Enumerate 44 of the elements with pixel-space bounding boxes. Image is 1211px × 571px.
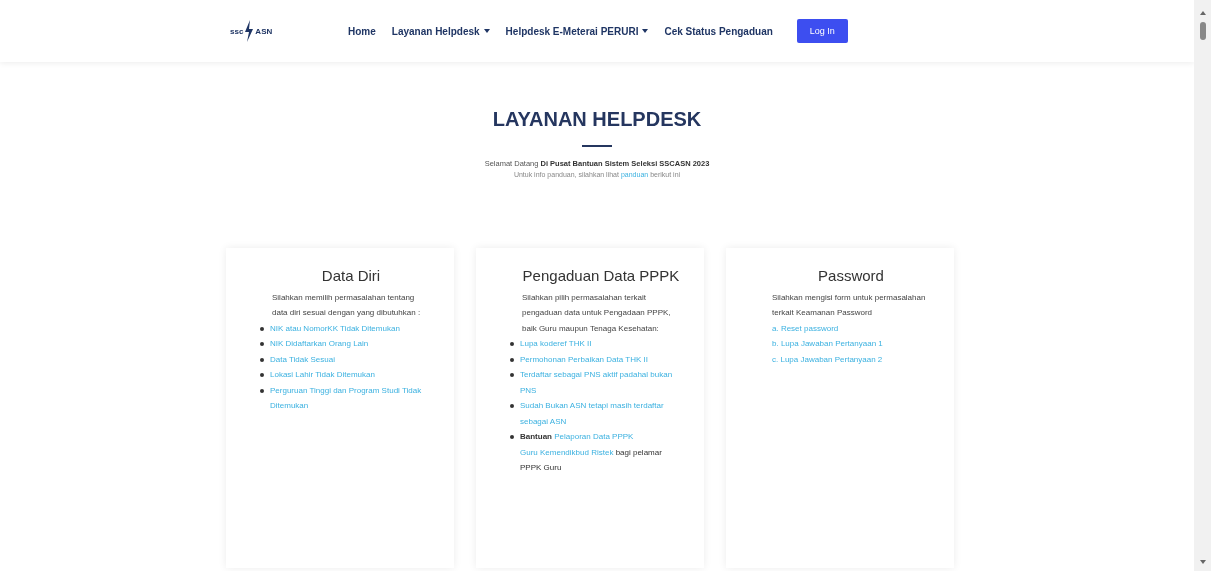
scrollbar-thumb[interactable]	[1199, 22, 1206, 40]
inline-link[interactable]: Guru Kemendikbud Ristek	[520, 447, 614, 457]
inline-link[interactable]: Pelaporan Data PPPK	[554, 432, 634, 442]
list-link[interactable]: c. Lupa Jawaban Pertanyaan 2	[772, 351, 883, 368]
logo-text: ASN	[255, 26, 273, 36]
bullet-icon	[260, 357, 264, 362]
scroll-down-icon[interactable]	[1198, 559, 1207, 565]
list-link[interactable]: Permohonan Perbaikan Data THK II	[520, 351, 648, 368]
login-button[interactable]: Log In	[796, 19, 848, 43]
list-link[interactable]: Lokasi Lahir Tidak Ditemukan	[270, 367, 375, 383]
bullet-icon	[260, 388, 264, 393]
bullet-icon	[260, 326, 264, 331]
list-link[interactable]: Sudah Bukan ASN tetapi masih terdaftar sebagai ASN	[520, 398, 680, 430]
bullet-icon	[510, 357, 514, 362]
nav-link[interactable]: Cek Status Pengaduan	[664, 25, 773, 37]
list-link[interactable]: Data Tidak Sesuai	[270, 351, 335, 368]
list-item-text: Bantuan Pelaporan Data PPPK Guru Kemendikbud Ristek bagi pelamar PPPK Guru	[520, 431, 663, 475]
bullet-icon	[260, 373, 264, 378]
nav-dropdown[interactable]: Helpdesk E-Meterai PERURI	[505, 25, 649, 37]
scrollbar[interactable]	[1194, 0, 1211, 571]
bullet-icon	[510, 342, 514, 347]
bullet-icon	[510, 373, 514, 378]
card-description: Silahkan pilih permasalahan terkait pengaduan data untuk Pengadaan PPPK, baik Guru maupun Tenaga Kesehatan:	[522, 291, 672, 335]
card-description: Silahkan mengisi form untuk permasalahan terkait Keamanan Password	[772, 291, 927, 320]
list-link[interactable]: b. Lupa Jawaban Pertanyaan 1	[772, 336, 883, 352]
nav-link[interactable]: Home	[348, 25, 376, 37]
list-link[interactable]: NIK atau NomorKK Tidak Ditemukan	[270, 320, 400, 337]
bullet-icon	[260, 342, 264, 347]
logo-icon	[244, 20, 255, 42]
page-title: LAYANAN HELPDESK	[492, 108, 702, 131]
logo-text: ssc	[230, 26, 244, 36]
card-title: Pengaduan Data PPPK	[522, 268, 680, 284]
list-link[interactable]: NIK Didaftarkan Orang Lain	[270, 336, 369, 352]
list-link[interactable]: Lupa koderef THK II	[520, 336, 592, 352]
list-link[interactable]: Terdaftar sebagai PNS aktif padahal bukan PNS	[520, 367, 680, 399]
card-title: Data Diri	[320, 268, 382, 284]
card-title: Password	[817, 268, 885, 284]
card-description: Silahkan memilih permasalahan tentang data diri sesuai dengan yang dibutuhkan :	[272, 291, 422, 320]
scroll-up-icon[interactable]	[1198, 10, 1207, 16]
nav-dropdown[interactable]: Layanan Helpdesk	[391, 25, 490, 37]
bullet-icon	[510, 435, 514, 440]
list-link[interactable]: Perguruan Tinggi dan Program Studi Tidak Ditemukan	[270, 382, 430, 414]
list-link[interactable]: a. Reset password	[772, 320, 839, 337]
bullet-icon	[510, 404, 514, 409]
